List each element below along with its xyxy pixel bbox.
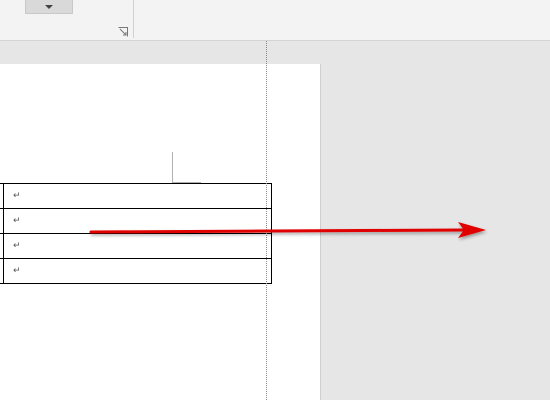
document-table[interactable]: ↵ ↵ ↵ ↵ [0, 183, 272, 284]
table-cell[interactable]: ↵ [3, 183, 272, 209]
table-cell[interactable]: ↵ [3, 233, 272, 259]
paragraph-mark: ↵ [13, 266, 21, 276]
ribbon [0, 0, 550, 41]
ribbon-dropdown-button[interactable] [25, 0, 73, 14]
table-cell[interactable]: ↵ [3, 258, 272, 284]
table-row[interactable]: ↵ [0, 183, 272, 209]
paragraph-mark: ↵ [13, 191, 21, 201]
paragraph-mark: ↵ [13, 216, 21, 226]
table-row[interactable]: ↵ [0, 233, 272, 259]
paragraph-corner-mark [172, 152, 201, 183]
table-row[interactable]: ↵ [0, 258, 272, 284]
table-row[interactable]: ↵ [0, 208, 272, 234]
chevron-down-icon [45, 4, 53, 9]
right-margin-guide [266, 41, 267, 400]
dialog-launcher-icon[interactable] [118, 27, 128, 37]
paragraph-mark: ↵ [13, 241, 21, 251]
ribbon-group-separator [133, 0, 134, 38]
table-cell[interactable]: ↵ [3, 208, 272, 234]
